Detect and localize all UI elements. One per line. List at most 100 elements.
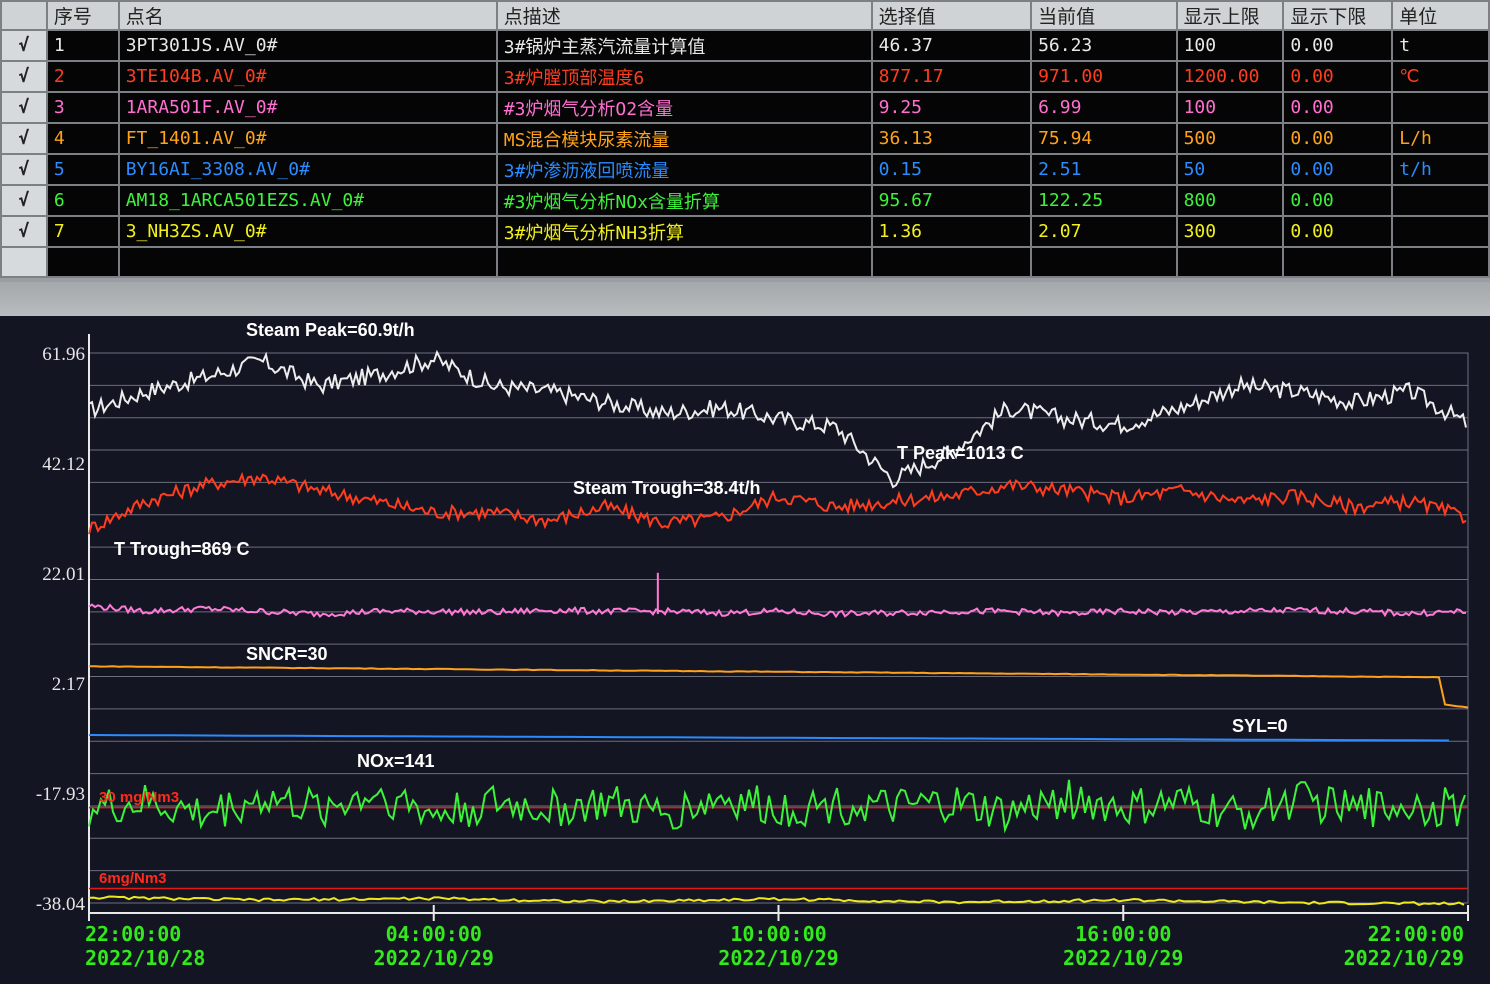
row-checkbox[interactable]: √ [0, 122, 48, 155]
y-tick-label: 2.17 [52, 674, 85, 695]
table-row[interactable]: √ 3 1ARA501F.AV_0# #3炉烟气分析O2含量 9.25 6.99 100 0.… [0, 91, 1490, 124]
row-checkbox[interactable]: √ [0, 153, 48, 186]
header-point-name[interactable]: 点名 [117, 0, 498, 31]
y-tick-label: 42.12 [42, 454, 85, 475]
unit [1391, 184, 1490, 217]
row-index: 1 [45, 29, 120, 62]
table-header-row: 序号 点名 点描述 选择值 当前值 显示上限 显示下限 单位 [0, 0, 1490, 31]
table-row[interactable]: √ 4 FT_1401.AV_0# MS混合模块尿素流量 36.13 75.94 500 0.… [0, 122, 1490, 155]
row-index: 2 [45, 60, 120, 93]
current-value: 6.99 [1030, 91, 1178, 124]
display-high: 100 [1175, 29, 1285, 62]
table-row[interactable]: √ 2 3TE104B.AV_0# 3#炉膛顶部温度6 877.17 971.00 1200… [0, 60, 1490, 93]
header-display-low[interactable]: 显示下限 [1282, 0, 1394, 31]
points-table: 序号 点名 点描述 选择值 当前值 显示上限 显示下限 单位 √ 1 3PT301J… [0, 0, 1490, 278]
x-tick-date: 2022/10/29 [718, 946, 838, 970]
display-low: 0.00 [1282, 215, 1394, 248]
table-row[interactable]: √ 1 3PT301JS.AV_0# 3#锅炉主蒸汽流量计算值 46.37 56.23 10… [0, 29, 1490, 62]
empty-cell [1391, 246, 1490, 278]
unit: t/h [1391, 153, 1490, 186]
table-empty-row[interactable] [0, 246, 1490, 278]
table-row[interactable]: √ 5 BY16AI_3308.AV_0# 3#炉渗沥液回喷流量 0.15 2.51 50 0… [0, 153, 1490, 186]
annotation-limit-high: 30 mg/Nm3 [99, 789, 179, 806]
annotation-t-peak: T Peak=1013 C [897, 443, 1024, 463]
display-low: 0.00 [1282, 122, 1394, 155]
x-tick-time: 22:00:00 [85, 922, 181, 946]
row-index: 6 [45, 184, 120, 217]
row-checkbox[interactable]: √ [0, 215, 48, 248]
header-selected-value[interactable]: 选择值 [870, 0, 1033, 31]
selected-value: 36.13 [870, 122, 1033, 155]
point-name: 1ARA501F.AV_0# [117, 91, 498, 124]
empty-cell [117, 246, 498, 278]
table-row[interactable]: √ 7 3_NH3ZS.AV_0# 3#炉烟气分析NH3折算 1.36 2.07 300 0.… [0, 215, 1490, 248]
display-low: 0.00 [1282, 29, 1394, 62]
selected-value: 1.36 [870, 215, 1033, 248]
row-checkbox[interactable]: √ [0, 91, 48, 124]
series-line[interactable] [88, 349, 1467, 489]
header-current-value[interactable]: 当前值 [1030, 0, 1178, 31]
point-name: 3PT301JS.AV_0# [117, 29, 498, 62]
header-check[interactable] [0, 0, 48, 31]
selected-value: 95.67 [870, 184, 1033, 217]
display-low: 0.00 [1282, 153, 1394, 186]
series-line[interactable] [88, 895, 1465, 906]
series-line[interactable] [88, 603, 1467, 619]
point-description: #3炉烟气分析O2含量 [495, 91, 873, 124]
y-tick-label: 61.96 [42, 344, 85, 365]
x-tick-time: 22:00:00 [1368, 922, 1464, 946]
display-high: 50 [1175, 153, 1285, 186]
row-index: 5 [45, 153, 120, 186]
point-name: 3TE104B.AV_0# [117, 60, 498, 93]
empty-cell [1282, 246, 1394, 278]
header-display-high[interactable]: 显示上限 [1175, 0, 1285, 31]
display-low: 0.00 [1282, 184, 1394, 217]
table-splitter[interactable] [0, 282, 1490, 316]
current-value: 122.25 [1030, 184, 1178, 217]
display-high: 100 [1175, 91, 1285, 124]
series-line[interactable] [88, 779, 1466, 834]
annotation-sncr: SNCR=30 [246, 644, 328, 664]
empty-cell [0, 246, 48, 278]
current-value: 2.07 [1030, 215, 1178, 248]
trend-chart[interactable]: 61.9642.1222.012.17-17.93-38.0422:00:002… [0, 316, 1490, 984]
row-index: 4 [45, 122, 120, 155]
x-tick-date: 2022/10/29 [1344, 946, 1464, 970]
point-description: 3#炉烟气分析NH3折算 [495, 215, 873, 248]
point-name: AM18_1ARCA501EZS.AV_0# [117, 184, 498, 217]
annotation-steam-peak: Steam Peak=60.9t/h [246, 320, 415, 340]
x-tick-time: 10:00:00 [730, 922, 826, 946]
unit [1391, 91, 1490, 124]
table-row[interactable]: √ 6 AM18_1ARCA501EZS.AV_0# #3炉烟气分析NOx含量折算 95… [0, 184, 1490, 217]
row-checkbox[interactable]: √ [0, 60, 48, 93]
annotation-t-trough: T Trough=869 C [114, 539, 250, 559]
header-index[interactable]: 序号 [45, 0, 120, 31]
display-low: 0.00 [1282, 60, 1394, 93]
display-high: 800 [1175, 184, 1285, 217]
empty-cell [1175, 246, 1285, 278]
current-value: 75.94 [1030, 122, 1178, 155]
series-line[interactable] [88, 471, 1467, 535]
series-line[interactable] [89, 665, 1469, 709]
empty-cell [870, 246, 1033, 278]
row-index: 3 [45, 91, 120, 124]
annotation-steam-trough: Steam Trough=38.4t/h [573, 478, 761, 498]
point-name: 3_NH3ZS.AV_0# [117, 215, 498, 248]
header-unit[interactable]: 单位 [1391, 0, 1490, 31]
selected-value: 877.17 [870, 60, 1033, 93]
row-checkbox[interactable]: √ [0, 29, 48, 62]
header-description[interactable]: 点描述 [495, 0, 873, 31]
point-name: BY16AI_3308.AV_0# [117, 153, 498, 186]
unit: t [1391, 29, 1490, 62]
point-description: 3#炉渗沥液回喷流量 [495, 153, 873, 186]
point-description: 3#炉膛顶部温度6 [495, 60, 873, 93]
empty-cell [1030, 246, 1178, 278]
row-checkbox[interactable]: √ [0, 184, 48, 217]
x-tick-time: 16:00:00 [1075, 922, 1171, 946]
x-tick-date: 2022/10/28 [85, 946, 205, 970]
current-value: 2.51 [1030, 153, 1178, 186]
annotation-syl: SYL=0 [1232, 716, 1288, 736]
trend-chart-panel: 61.96 42.12 22.01 2.17 -17.93 -38.04 22:00:00 2… [0, 316, 1490, 984]
selected-value: 46.37 [870, 29, 1033, 62]
chart-series [88, 349, 1469, 906]
